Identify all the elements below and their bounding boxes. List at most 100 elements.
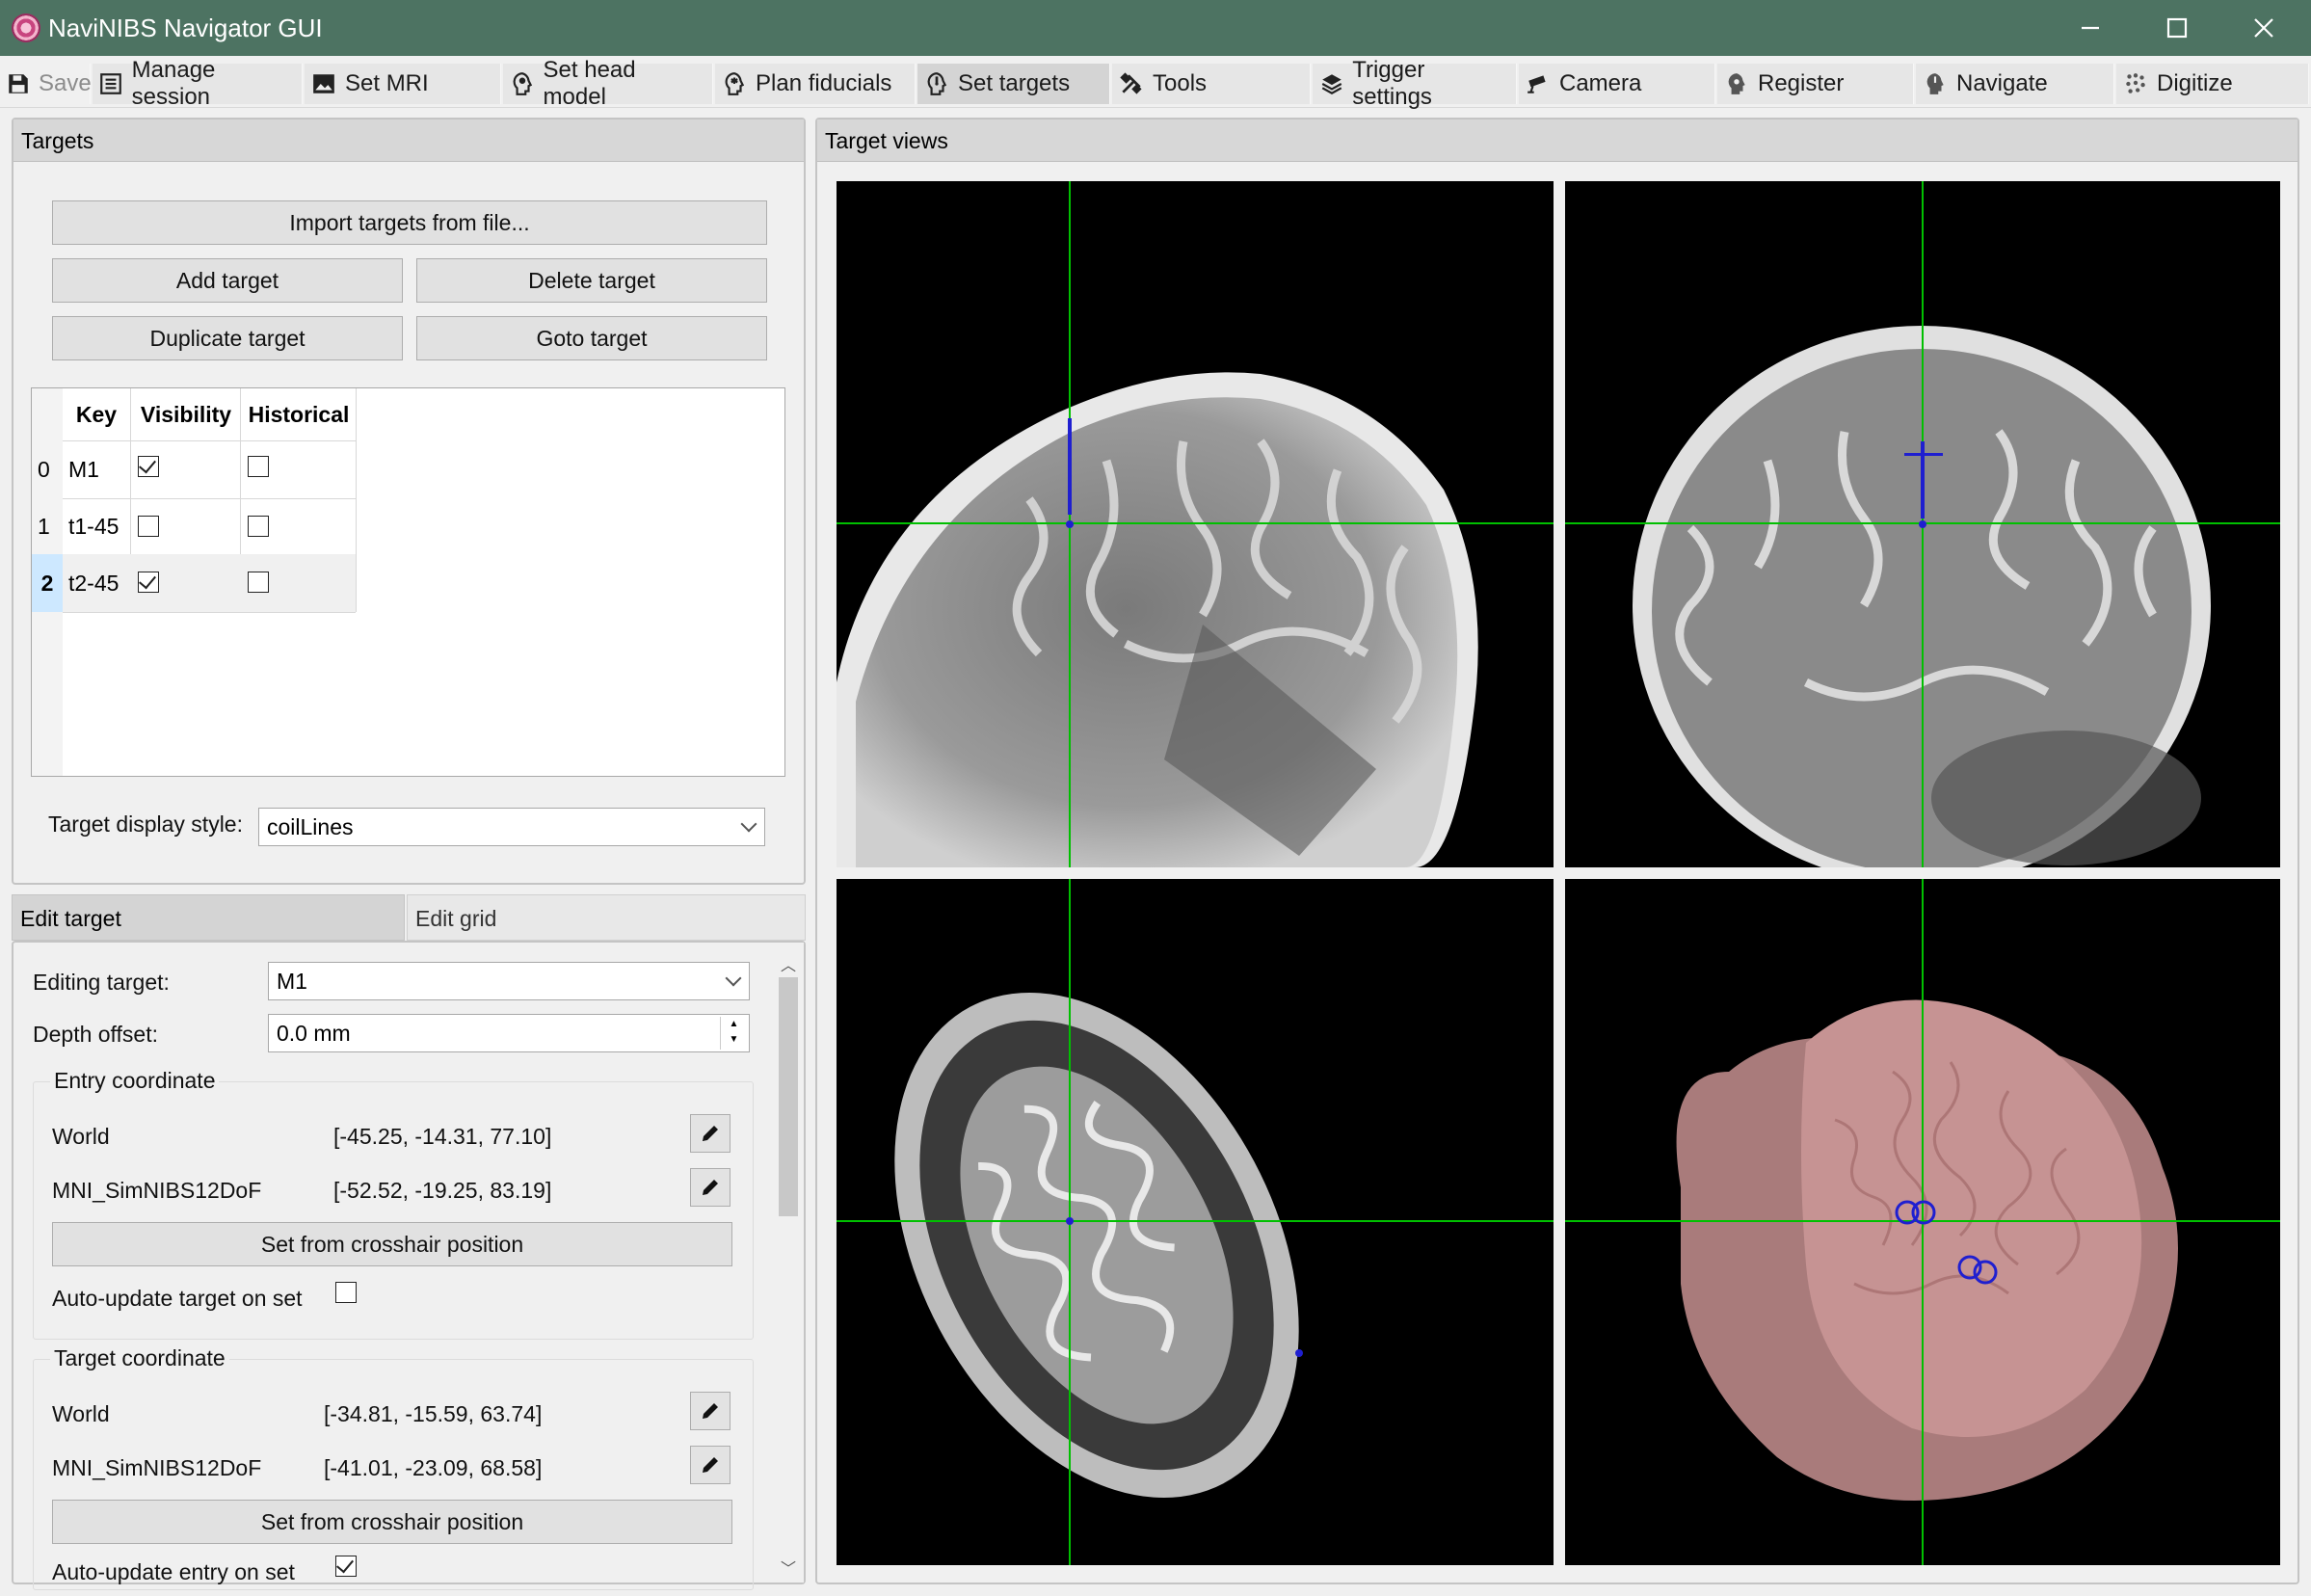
row-index: 0	[38, 456, 50, 482]
scroll-up-icon[interactable]: ︿	[779, 952, 798, 974]
window-title: NaviNIBS Navigator GUI	[48, 13, 323, 42]
head-navigate-icon	[1922, 70, 1949, 97]
set-target-from-crosshair-button[interactable]: Set from crosshair position	[52, 1500, 732, 1544]
historical-checkbox[interactable]	[248, 572, 269, 593]
target-marker-point	[1295, 1349, 1303, 1357]
row-index: 2	[32, 554, 63, 612]
target-key[interactable]: t2-45	[68, 554, 130, 612]
tab-set-head-model[interactable]: Set head model	[503, 57, 713, 110]
row-index: 1	[38, 513, 50, 539]
coil-target-markers	[1895, 1200, 1998, 1285]
tab-register[interactable]: Register	[1717, 64, 1914, 104]
target-coordinate-title: Target coordinate	[50, 1345, 229, 1371]
chevron-down-icon	[725, 970, 742, 987]
tools-icon	[1118, 70, 1145, 97]
add-target-button[interactable]: Add target	[52, 258, 403, 303]
auto-update-target-label: Auto-update target on set	[52, 1286, 303, 1311]
crosshair-horizontal	[837, 1220, 1554, 1222]
dots-icon	[2122, 70, 2149, 97]
visibility-checkbox[interactable]	[138, 572, 159, 593]
target-marker-point	[1066, 1217, 1074, 1225]
spin-up-icon[interactable]: ▲	[721, 1017, 747, 1032]
edit-target-world-button[interactable]	[690, 1392, 730, 1430]
mri-slice-view-oblique[interactable]	[837, 879, 1554, 1565]
close-icon	[2254, 18, 2273, 38]
head-target-icon	[923, 70, 950, 97]
visibility-checkbox[interactable]	[138, 516, 159, 537]
historical-checkbox[interactable]	[248, 456, 269, 477]
pencil-icon	[703, 1403, 718, 1419]
editing-target-label: Editing target:	[33, 970, 170, 995]
target-world-label: World	[52, 1401, 110, 1426]
table-row-selected[interactable]: 2 t2-45	[32, 554, 356, 612]
column-header-key[interactable]: Key	[63, 388, 130, 440]
tab-tools[interactable]: Tools	[1112, 64, 1311, 104]
depth-offset-label: Depth offset:	[33, 1022, 158, 1047]
tab-set-mri[interactable]: Set MRI	[305, 64, 501, 104]
depth-offset-spinbox[interactable]: 0.0 mm ▲ ▼	[268, 1014, 750, 1052]
spinbox-arrows[interactable]: ▲ ▼	[720, 1017, 747, 1050]
tab-manage-session[interactable]: Manage session	[93, 57, 303, 110]
delete-target-button[interactable]: Delete target	[416, 258, 767, 303]
edit-target-mni-button[interactable]	[690, 1446, 730, 1484]
table-row[interactable]: 1 t1-45	[32, 498, 356, 554]
entry-mni-value: [-52.52, -19.25, 83.19]	[333, 1178, 552, 1203]
visibility-checkbox[interactable]	[138, 456, 159, 477]
import-targets-button[interactable]: Import targets from file...	[52, 200, 767, 245]
column-header-historical[interactable]: Historical	[242, 388, 356, 440]
display-style-label: Target display style:	[48, 811, 243, 837]
scrollbar-thumb[interactable]	[779, 977, 798, 1216]
target-marker-point	[1919, 520, 1926, 528]
tab-edit-grid[interactable]: Edit grid	[407, 894, 806, 941]
crosshair-horizontal	[837, 522, 1554, 524]
minimize-button[interactable]	[2047, 0, 2134, 56]
3d-head-view[interactable]	[1565, 879, 2280, 1565]
title-bar: NaviNIBS Navigator GUI	[0, 0, 2311, 56]
head-gear-icon	[1723, 70, 1750, 97]
layers-icon	[1318, 70, 1344, 97]
goto-target-button[interactable]: Goto target	[416, 316, 767, 360]
table-row[interactable]: 0 M1	[32, 440, 356, 498]
historical-checkbox[interactable]	[248, 516, 269, 537]
tab-digitize[interactable]: Digitize	[2116, 64, 2309, 104]
head-asterisk-icon	[721, 70, 748, 97]
target-marker-point	[1066, 520, 1074, 528]
column-header-visibility[interactable]: Visibility	[132, 388, 240, 440]
tab-camera[interactable]: Camera	[1519, 64, 1715, 104]
row-divider	[63, 612, 356, 613]
camera-icon	[1525, 70, 1552, 97]
auto-update-entry-checkbox[interactable]	[335, 1556, 357, 1577]
duplicate-target-button[interactable]: Duplicate target	[52, 316, 403, 360]
entry-mni-label: MNI_SimNIBS12DoF	[52, 1178, 262, 1203]
tab-plan-fiducials[interactable]: Plan fiducials	[715, 64, 916, 104]
spin-down-icon[interactable]: ▼	[721, 1032, 747, 1048]
set-entry-from-crosshair-button[interactable]: Set from crosshair position	[52, 1222, 732, 1266]
pencil-icon	[703, 1126, 718, 1141]
edit-entry-mni-button[interactable]	[690, 1168, 730, 1207]
editing-target-dropdown[interactable]: M1	[268, 962, 750, 1000]
pencil-icon	[703, 1180, 718, 1195]
maximize-button[interactable]	[2134, 0, 2220, 56]
mri-slice-image	[894, 992, 1299, 1499]
scrollbar[interactable]: ︿ ﹀	[773, 943, 804, 1583]
mri-slice-view-coronal[interactable]	[1565, 181, 2280, 867]
targets-table: Key Visibility Historical 0 M1 1 t1-45 2…	[31, 387, 785, 777]
target-key[interactable]: M1	[68, 440, 130, 498]
tab-navigate[interactable]: Navigate	[1916, 64, 2114, 104]
target-marker-line	[1068, 418, 1072, 515]
tab-trigger-settings[interactable]: Trigger settings	[1313, 57, 1517, 110]
target-key[interactable]: t1-45	[68, 498, 130, 554]
edit-entry-world-button[interactable]	[690, 1114, 730, 1153]
close-button[interactable]	[2220, 0, 2307, 56]
tab-edit-target[interactable]: Edit target	[12, 894, 405, 941]
minimize-icon	[2082, 26, 2099, 30]
tab-set-targets[interactable]: Set targets	[917, 64, 1110, 104]
scroll-down-icon[interactable]: ﹀	[779, 1556, 798, 1578]
display-style-dropdown[interactable]: coilLines	[258, 808, 765, 846]
save-button[interactable]: Save	[0, 64, 92, 104]
auto-update-target-checkbox[interactable]	[335, 1282, 357, 1303]
target-views-title: Target views	[817, 120, 2298, 162]
target-world-value: [-34.81, -15.59, 63.74]	[324, 1401, 543, 1426]
mri-slice-view-sagittal[interactable]	[837, 181, 1554, 867]
chevron-down-icon	[740, 815, 757, 833]
